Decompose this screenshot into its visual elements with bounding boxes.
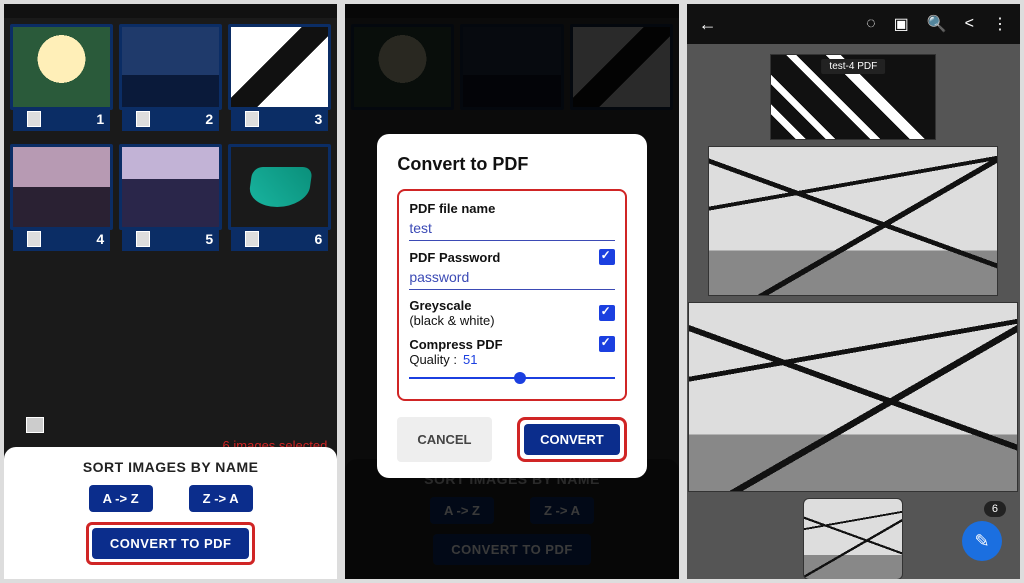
sort-title: SORT IMAGES BY NAME	[24, 459, 317, 475]
pdf-preview-panel: ← ◌ ▣ 🔍 < ⋮ test-4 PDF 6 ✎	[683, 0, 1024, 583]
gallery-panel: 1 2 3 4 5 6 6 images selected SORT IMAGE…	[0, 0, 341, 583]
pdf-page-4[interactable]	[803, 498, 903, 579]
gallery-grid: 1 2 3 4 5 6	[4, 18, 337, 236]
convert-highlight: CONVERT	[517, 417, 627, 462]
password-input[interactable]	[409, 265, 614, 290]
compress-checkbox[interactable]	[599, 336, 615, 352]
crop-icon[interactable]: ▣	[894, 14, 909, 34]
trash-icon[interactable]	[136, 231, 150, 247]
thumb-3[interactable]: 3	[228, 24, 331, 110]
dialog-title: Convert to PDF	[397, 154, 626, 175]
trash-icon[interactable]	[27, 231, 41, 247]
trash-icon[interactable]	[245, 111, 259, 127]
options-highlight: PDF file name PDF Password Greyscale (bl…	[397, 189, 626, 401]
edit-fab[interactable]: ✎	[962, 521, 1002, 561]
filename-label: PDF file name	[409, 201, 614, 216]
thumb-5[interactable]: 5	[119, 144, 222, 230]
convert-highlight: CONVERT TO PDF	[86, 522, 256, 565]
password-checkbox[interactable]	[599, 249, 615, 265]
greyscale-checkbox[interactable]	[599, 305, 615, 321]
pdf-page-2[interactable]	[708, 146, 998, 296]
cancel-button[interactable]: CANCEL	[397, 417, 491, 462]
trash-icon[interactable]	[245, 231, 259, 247]
filename-input[interactable]	[409, 216, 614, 241]
quality-slider[interactable]	[409, 377, 614, 379]
trash-icon[interactable]	[27, 111, 41, 127]
convert-dialog: Convert to PDF PDF file name PDF Passwor…	[377, 134, 646, 478]
trash-icon[interactable]	[136, 111, 150, 127]
page-count-chip: 6	[984, 501, 1006, 517]
back-icon[interactable]: ←	[699, 14, 717, 35]
dialog-panel: SORT IMAGES BY NAME A -> Z Z -> A CONVER…	[341, 0, 682, 583]
sort-za-button[interactable]: Z -> A	[189, 485, 253, 512]
thumb-6[interactable]: 6	[228, 144, 331, 230]
topbar: ← ◌ ▣ 🔍 < ⋮	[687, 4, 1020, 44]
password-label: PDF Password	[409, 250, 500, 265]
search-icon[interactable]: 🔍	[927, 14, 947, 34]
file-chip: test-4 PDF	[821, 59, 885, 74]
thumb-4[interactable]: 4	[10, 144, 113, 230]
convert-to-pdf-button[interactable]: CONVERT TO PDF	[92, 528, 250, 559]
pdf-scroll-area[interactable]: test-4 PDF 6 ✎	[687, 44, 1020, 579]
bottom-card: SORT IMAGES BY NAME A -> Z Z -> A CONVER…	[4, 447, 337, 579]
quality-label: Quality :51	[409, 352, 614, 367]
pdf-page-1[interactable]: test-4 PDF	[770, 54, 936, 140]
thumb-1[interactable]: 1	[10, 24, 113, 110]
thumb-2[interactable]: 2	[119, 24, 222, 110]
pdf-page-3[interactable]	[688, 302, 1018, 492]
convert-button[interactable]: CONVERT	[524, 424, 620, 455]
drop-icon[interactable]: ◌	[866, 15, 876, 33]
sort-az-button[interactable]: A -> Z	[89, 485, 153, 512]
share-icon[interactable]: <	[965, 15, 974, 33]
album-icon[interactable]	[26, 417, 44, 433]
status-bar	[4, 4, 337, 18]
compress-label: Compress PDF	[409, 337, 502, 352]
more-icon[interactable]: ⋮	[992, 14, 1008, 34]
greyscale-label: Greyscale (black & white)	[409, 298, 494, 328]
